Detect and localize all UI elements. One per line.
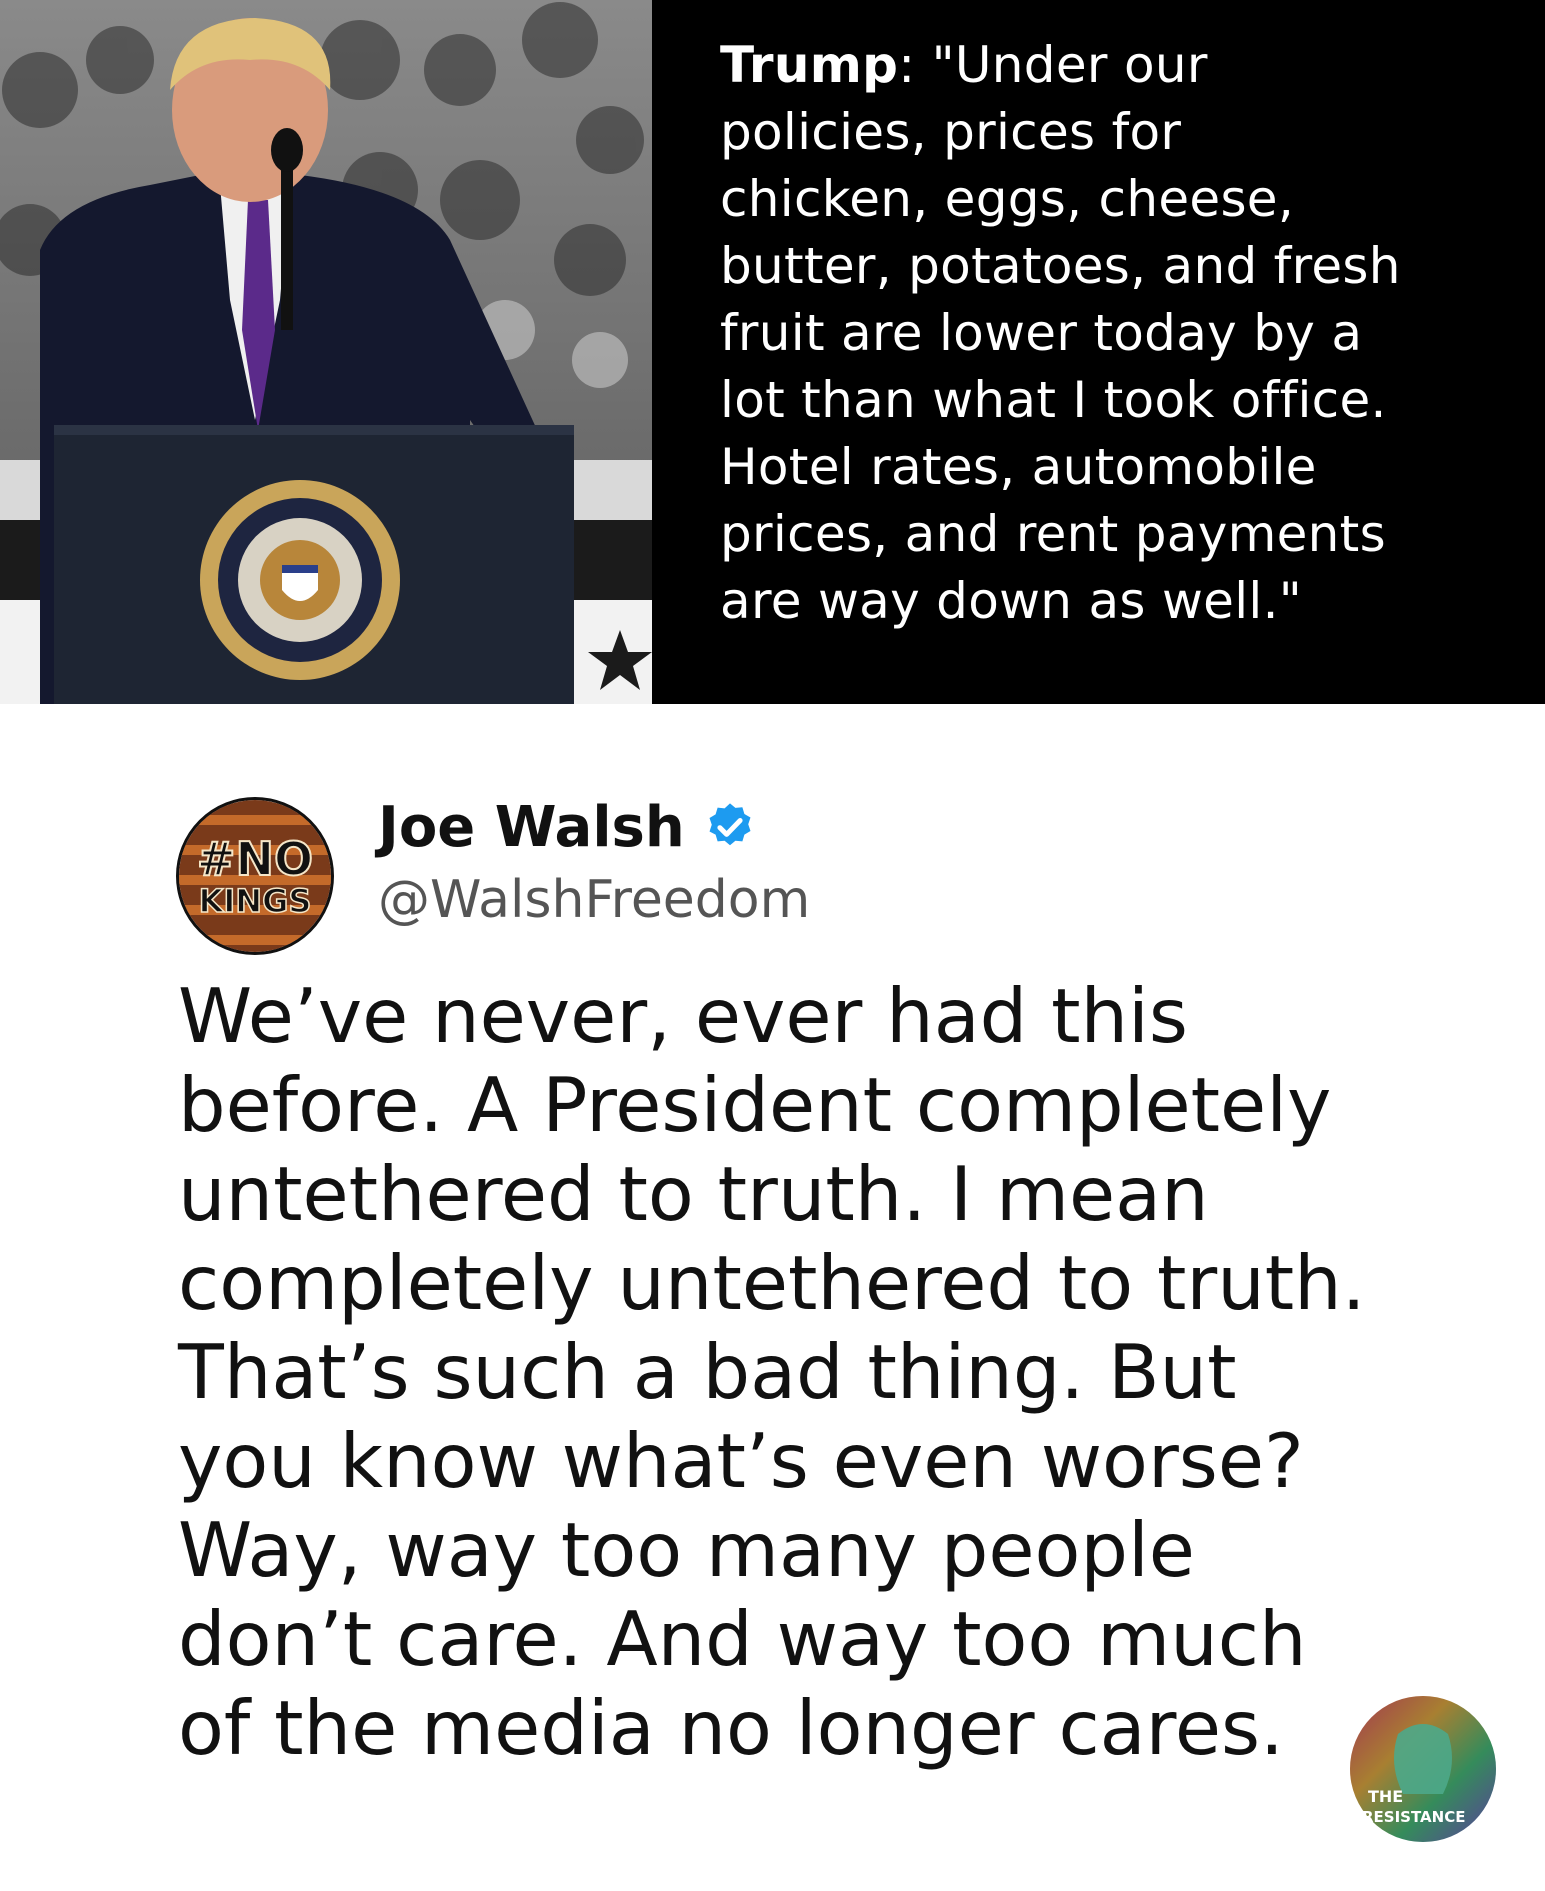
watermark-line1: THE [1368,1787,1403,1806]
speaker-photo [0,0,652,704]
quote-panel: Trump: "Under our policies, prices for c… [652,0,1545,704]
the-resistance-logo: THE RESISTANCE [1350,1696,1496,1842]
quote-card: Trump: "Under our policies, prices for c… [0,0,1545,704]
avatar-text-line1: #NO [197,832,313,886]
tweet-text: We’ve never, ever had this before. A Pre… [178,972,1366,1772]
quote-speaker: Trump [720,36,899,94]
tweet-card: #NO KINGS Joe Walsh @WalshFreedom We’ve … [0,704,1545,1891]
author-row: Joe Walsh [378,792,757,862]
author-handle[interactable]: @WalshFreedom [378,870,810,930]
watermark-line2: RESISTANCE [1362,1808,1465,1826]
avatar[interactable]: #NO KINGS [176,797,334,955]
quote-text: Trump: "Under our policies, prices for c… [720,32,1520,635]
quote-body: : "Under our policies, prices for chicke… [720,36,1401,630]
verified-badge-icon [709,803,751,846]
author-name[interactable]: Joe Walsh [378,795,685,860]
avatar-text-line2: KINGS [199,882,312,920]
presidential-seal-icon [200,480,400,680]
